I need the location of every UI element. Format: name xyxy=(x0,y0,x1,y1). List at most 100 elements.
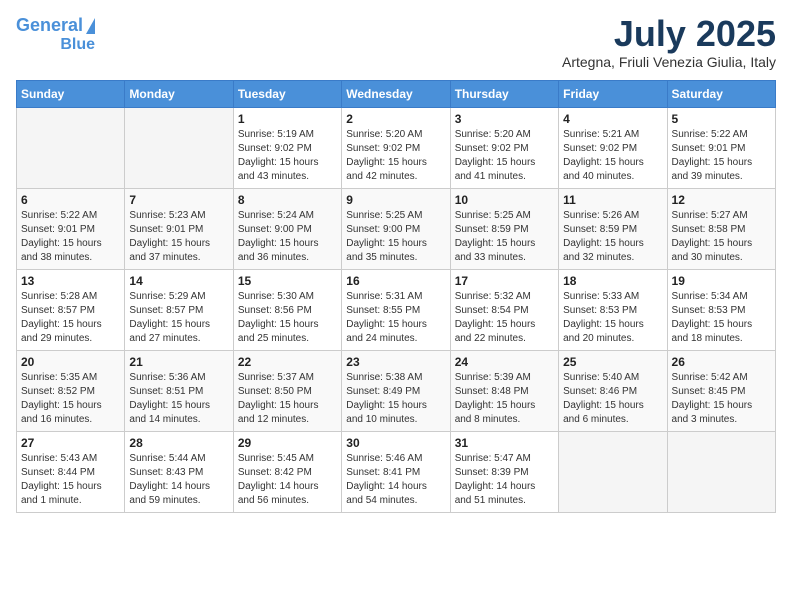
day-info: Sunrise: 5:33 AM Sunset: 8:53 PM Dayligh… xyxy=(563,290,662,346)
calendar-cell: 17 Sunrise: 5:32 AM Sunset: 8:54 PM Dayli… xyxy=(450,270,558,351)
day-number: 29 xyxy=(238,436,337,450)
day-info: Sunrise: 5:26 AM Sunset: 8:59 PM Dayligh… xyxy=(563,209,662,265)
day-number: 14 xyxy=(129,274,228,288)
calendar-cell: 31 Sunrise: 5:47 AM Sunset: 8:39 PM Dayli… xyxy=(450,432,558,513)
day-info: Sunrise: 5:25 AM Sunset: 9:00 PM Dayligh… xyxy=(346,209,445,265)
day-header-thursday: Thursday xyxy=(450,81,558,108)
calendar-cell: 12 Sunrise: 5:27 AM Sunset: 8:58 PM Dayli… xyxy=(667,189,775,270)
calendar-cell: 6 Sunrise: 5:22 AM Sunset: 9:01 PM Daylig… xyxy=(17,189,125,270)
calendar-cell: 25Sunrise: 5:40 AM Sunset: 8:46 PM Dayli… xyxy=(559,351,667,432)
calendar-header-row: SundayMondayTuesdayWednesdayThursdayFrid… xyxy=(17,81,776,108)
calendar-cell: 19 Sunrise: 5:34 AM Sunset: 8:53 PM Dayli… xyxy=(667,270,775,351)
day-number: 5 xyxy=(672,112,771,126)
day-info: Sunrise: 5:31 AM Sunset: 8:55 PM Dayligh… xyxy=(346,290,445,346)
day-number: 17 xyxy=(455,274,554,288)
day-number: 1 xyxy=(238,112,337,126)
calendar-cell: 1 Sunrise: 5:19 AM Sunset: 9:02 PM Daylig… xyxy=(233,108,341,189)
day-number: 22 xyxy=(238,355,337,369)
page-header: General Blue July 2025 Artegna, Friuli V… xyxy=(16,16,776,70)
day-number: 25 xyxy=(563,355,662,369)
title-block: July 2025 Artegna, Friuli Venezia Giulia… xyxy=(562,16,776,70)
calendar-cell: 27 Sunrise: 5:43 AM Sunset: 8:44 PM Dayli… xyxy=(17,432,125,513)
calendar-cell: 20 Sunrise: 5:35 AM Sunset: 8:52 PM Dayli… xyxy=(17,351,125,432)
day-header-saturday: Saturday xyxy=(667,81,775,108)
calendar-cell xyxy=(559,432,667,513)
calendar-cell: 15 Sunrise: 5:30 AM Sunset: 8:56 PM Dayli… xyxy=(233,270,341,351)
calendar-cell: 3Sunrise: 5:20 AM Sunset: 9:02 PM Daylig… xyxy=(450,108,558,189)
day-number: 2 xyxy=(346,112,445,126)
calendar-cell: 18 Sunrise: 5:33 AM Sunset: 8:53 PM Dayli… xyxy=(559,270,667,351)
day-info: Sunrise: 5:20 AM Sunset: 9:02 PM Dayligh… xyxy=(346,128,445,184)
day-info: Sunrise: 5:37 AM Sunset: 8:50 PM Dayligh… xyxy=(238,371,337,427)
logo-text: General xyxy=(16,16,83,36)
calendar-cell: 14Sunrise: 5:29 AM Sunset: 8:57 PM Dayli… xyxy=(125,270,233,351)
day-info: Sunrise: 5:43 AM Sunset: 8:44 PM Dayligh… xyxy=(21,452,120,508)
day-info: Sunrise: 5:47 AM Sunset: 8:39 PM Dayligh… xyxy=(455,452,554,508)
day-info: Sunrise: 5:22 AM Sunset: 9:01 PM Dayligh… xyxy=(21,209,120,265)
day-number: 20 xyxy=(21,355,120,369)
day-info: Sunrise: 5:34 AM Sunset: 8:53 PM Dayligh… xyxy=(672,290,771,346)
calendar-cell: 16Sunrise: 5:31 AM Sunset: 8:55 PM Dayli… xyxy=(342,270,450,351)
day-header-tuesday: Tuesday xyxy=(233,81,341,108)
day-number: 12 xyxy=(672,193,771,207)
day-info: Sunrise: 5:35 AM Sunset: 8:52 PM Dayligh… xyxy=(21,371,120,427)
day-info: Sunrise: 5:24 AM Sunset: 9:00 PM Dayligh… xyxy=(238,209,337,265)
day-info: Sunrise: 5:22 AM Sunset: 9:01 PM Dayligh… xyxy=(672,128,771,184)
day-info: Sunrise: 5:30 AM Sunset: 8:56 PM Dayligh… xyxy=(238,290,337,346)
day-number: 21 xyxy=(129,355,228,369)
calendar-cell: 30 Sunrise: 5:46 AM Sunset: 8:41 PM Dayli… xyxy=(342,432,450,513)
day-number: 26 xyxy=(672,355,771,369)
day-number: 7 xyxy=(129,193,228,207)
calendar-cell: 8Sunrise: 5:24 AM Sunset: 9:00 PM Daylig… xyxy=(233,189,341,270)
day-number: 15 xyxy=(238,274,337,288)
day-info: Sunrise: 5:25 AM Sunset: 8:59 PM Dayligh… xyxy=(455,209,554,265)
day-number: 9 xyxy=(346,193,445,207)
day-info: Sunrise: 5:39 AM Sunset: 8:48 PM Dayligh… xyxy=(455,371,554,427)
day-info: Sunrise: 5:23 AM Sunset: 9:01 PM Dayligh… xyxy=(129,209,228,265)
calendar-cell: 2 Sunrise: 5:20 AM Sunset: 9:02 PM Daylig… xyxy=(342,108,450,189)
calendar-week-2: 6 Sunrise: 5:22 AM Sunset: 9:01 PM Daylig… xyxy=(17,189,776,270)
calendar-cell xyxy=(667,432,775,513)
calendar-cell: 29 Sunrise: 5:45 AM Sunset: 8:42 PM Dayli… xyxy=(233,432,341,513)
calendar-cell: 13Sunrise: 5:28 AM Sunset: 8:57 PM Dayli… xyxy=(17,270,125,351)
day-info: Sunrise: 5:19 AM Sunset: 9:02 PM Dayligh… xyxy=(238,128,337,184)
day-number: 23 xyxy=(346,355,445,369)
day-header-wednesday: Wednesday xyxy=(342,81,450,108)
day-info: Sunrise: 5:46 AM Sunset: 8:41 PM Dayligh… xyxy=(346,452,445,508)
day-number: 24 xyxy=(455,355,554,369)
day-number: 13 xyxy=(21,274,120,288)
calendar-week-3: 13Sunrise: 5:28 AM Sunset: 8:57 PM Dayli… xyxy=(17,270,776,351)
day-number: 18 xyxy=(563,274,662,288)
calendar-cell: 22 Sunrise: 5:37 AM Sunset: 8:50 PM Dayli… xyxy=(233,351,341,432)
day-number: 27 xyxy=(21,436,120,450)
day-number: 28 xyxy=(129,436,228,450)
day-info: Sunrise: 5:20 AM Sunset: 9:02 PM Dayligh… xyxy=(455,128,554,184)
calendar-week-1: 1 Sunrise: 5:19 AM Sunset: 9:02 PM Daylig… xyxy=(17,108,776,189)
calendar-cell: 28 Sunrise: 5:44 AM Sunset: 8:43 PM Dayli… xyxy=(125,432,233,513)
month-title: July 2025 xyxy=(562,16,776,52)
day-info: Sunrise: 5:45 AM Sunset: 8:42 PM Dayligh… xyxy=(238,452,337,508)
day-number: 10 xyxy=(455,193,554,207)
logo-blue: Blue xyxy=(60,36,95,54)
day-info: Sunrise: 5:38 AM Sunset: 8:49 PM Dayligh… xyxy=(346,371,445,427)
day-info: Sunrise: 5:44 AM Sunset: 8:43 PM Dayligh… xyxy=(129,452,228,508)
logo: General Blue xyxy=(16,16,95,53)
calendar-cell: 11Sunrise: 5:26 AM Sunset: 8:59 PM Dayli… xyxy=(559,189,667,270)
calendar-week-4: 20 Sunrise: 5:35 AM Sunset: 8:52 PM Dayli… xyxy=(17,351,776,432)
day-header-sunday: Sunday xyxy=(17,81,125,108)
day-number: 31 xyxy=(455,436,554,450)
day-number: 19 xyxy=(672,274,771,288)
day-number: 6 xyxy=(21,193,120,207)
day-header-friday: Friday xyxy=(559,81,667,108)
day-number: 30 xyxy=(346,436,445,450)
day-info: Sunrise: 5:32 AM Sunset: 8:54 PM Dayligh… xyxy=(455,290,554,346)
day-info: Sunrise: 5:42 AM Sunset: 8:45 PM Dayligh… xyxy=(672,371,771,427)
calendar-cell: 9 Sunrise: 5:25 AM Sunset: 9:00 PM Daylig… xyxy=(342,189,450,270)
day-info: Sunrise: 5:27 AM Sunset: 8:58 PM Dayligh… xyxy=(672,209,771,265)
day-info: Sunrise: 5:21 AM Sunset: 9:02 PM Dayligh… xyxy=(563,128,662,184)
day-info: Sunrise: 5:36 AM Sunset: 8:51 PM Dayligh… xyxy=(129,371,228,427)
calendar-table: SundayMondayTuesdayWednesdayThursdayFrid… xyxy=(16,80,776,513)
calendar-cell: 21 Sunrise: 5:36 AM Sunset: 8:51 PM Dayli… xyxy=(125,351,233,432)
calendar-week-5: 27 Sunrise: 5:43 AM Sunset: 8:44 PM Dayli… xyxy=(17,432,776,513)
calendar-cell: 5 Sunrise: 5:22 AM Sunset: 9:01 PM Daylig… xyxy=(667,108,775,189)
